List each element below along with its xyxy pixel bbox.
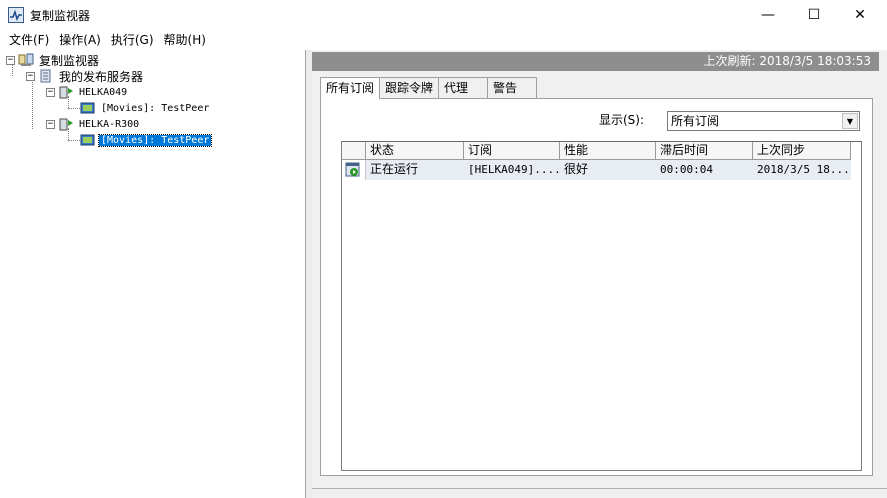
tree-label-publishers: 我的发布服务器 (59, 69, 144, 84)
show-filter-value: 所有订阅 (671, 114, 720, 128)
dropdown-arrow-icon[interactable]: ▼ (842, 113, 858, 129)
minimize-button[interactable]: — (745, 0, 791, 30)
header-latency[interactable]: 滞后时间 (656, 142, 753, 160)
tree-connector (68, 140, 80, 141)
tab-agents[interactable]: 代理 (438, 77, 489, 98)
header-subscription[interactable]: 订阅 (464, 142, 560, 160)
header-last-sync[interactable]: 上次同步 (753, 142, 851, 160)
close-button[interactable]: ✕ (837, 0, 883, 30)
header-status[interactable]: 状态 (366, 142, 464, 160)
cell-last-sync: 2018/3/5 18... (757, 163, 850, 176)
maximize-icon: ☐ (807, 7, 821, 23)
server-icon (58, 117, 74, 131)
subscriptions-grid[interactable]: 状态 订阅 性能 滞后时间 上次同步 正在运行 [HELKA049].... 很… (341, 141, 862, 471)
last-refresh-status: 上次刷新: 2018/3/5 18:03:53 (312, 52, 879, 71)
title-bar: 复制监视器 — ☐ ✕ (0, 0, 887, 30)
menu-action[interactable]: 操作(A) (54, 31, 106, 49)
running-subscription-icon (342, 160, 366, 180)
tree-connector (68, 108, 80, 109)
tree-node-root[interactable]: − 复制监视器 (6, 52, 101, 68)
tree-node-publishers[interactable]: − 我的发布服务器 (26, 68, 145, 84)
tree-node-server2-publication[interactable]: [Movies]: TestPeer (80, 132, 213, 148)
replication-monitor-app-icon (8, 7, 24, 23)
details-pane: 上次刷新: 2018/3/5 18:03:53 所有订阅 跟踪令牌 代理 警告 … (312, 50, 887, 498)
show-filter-label: 显示(S): (599, 113, 645, 127)
server-icon (58, 85, 74, 99)
show-filter-select[interactable]: 所有订阅 ▼ (667, 111, 860, 131)
tab-tracer-tokens[interactable]: 跟踪令牌 (379, 77, 440, 98)
collapse-icon[interactable]: − (6, 55, 15, 65)
window-title: 复制监视器 (30, 9, 91, 23)
cell-latency: 00:00:04 (660, 163, 713, 176)
menu-go[interactable]: 执行(G) (106, 31, 159, 49)
menu-file[interactable]: 文件(F) (4, 31, 54, 49)
header-icon-column[interactable] (342, 142, 366, 160)
cell-performance: 很好 (564, 162, 589, 176)
tab-warnings[interactable]: 警告 (487, 77, 538, 98)
close-icon: ✕ (854, 7, 866, 23)
tree-label-server1-publication: [Movies]: TestPeer (101, 102, 210, 114)
tab-content: 显示(S): 所有订阅 ▼ 状态 订阅 性能 滞后时间 上次同步 正在运行 [H… (320, 98, 873, 476)
tree-connector (32, 80, 33, 129)
tree-label-server2-publication-selected: [Movies]: TestPeer (97, 133, 213, 147)
publishers-group-icon (38, 69, 54, 83)
tree-node-server1-publication[interactable]: [Movies]: TestPeer (80, 100, 211, 116)
tree-label-server2: HELKA-R300 (79, 118, 140, 130)
grid-header: 状态 订阅 性能 滞后时间 上次同步 (342, 142, 851, 160)
publication-icon (80, 101, 96, 115)
header-performance[interactable]: 性能 (560, 142, 656, 160)
tab-strip: 所有订阅 跟踪令牌 代理 警告 (320, 77, 538, 99)
publication-icon (80, 133, 96, 147)
cell-status: 正在运行 (370, 162, 419, 176)
table-row[interactable]: 正在运行 [HELKA049].... 很好 00:00:04 2018/3/5… (342, 160, 851, 180)
replication-monitor-icon (18, 53, 34, 67)
minimize-icon: — (761, 7, 775, 23)
navigation-tree[interactable]: − 复制监视器 − 我的发布服务器 − HELKA049 [Movies]: T… (0, 50, 306, 498)
tree-label-root: 复制监视器 (39, 53, 100, 68)
cell-subscription: [HELKA049].... (468, 163, 560, 176)
maximize-button[interactable]: ☐ (791, 0, 837, 30)
tree-label-server1: HELKA049 (79, 86, 128, 98)
menu-bar: 文件(F) 操作(A) 执行(G) 帮助(H) (0, 30, 887, 50)
collapse-icon[interactable]: − (26, 71, 35, 81)
menu-help[interactable]: 帮助(H) (159, 31, 211, 49)
tab-all-subscriptions[interactable]: 所有订阅 (320, 77, 381, 99)
tree-node-server1[interactable]: − HELKA049 (46, 84, 129, 100)
collapse-icon[interactable]: − (46, 87, 55, 97)
collapse-icon[interactable]: − (46, 119, 55, 129)
bottom-edge (312, 488, 887, 498)
tree-node-server2[interactable]: − HELKA-R300 (46, 116, 141, 132)
